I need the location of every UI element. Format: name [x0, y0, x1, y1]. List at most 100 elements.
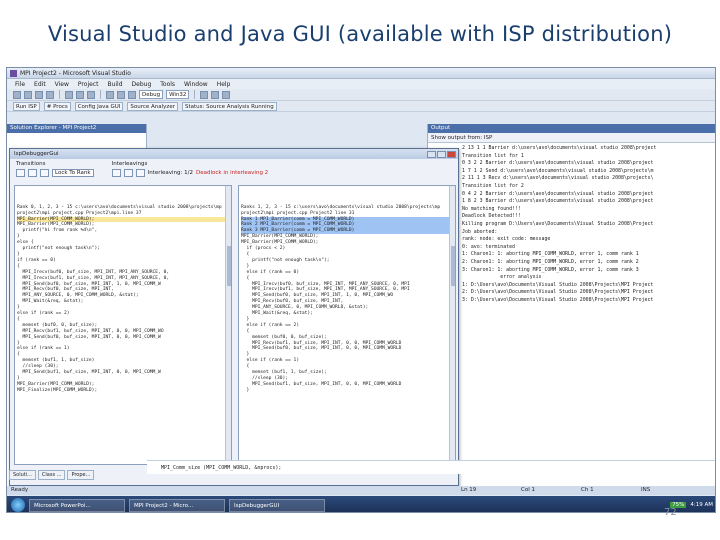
- windows-taskbar: Microsoft PowerPoi... MPI Project2 - Mic…: [7, 496, 715, 512]
- source-view-left[interactable]: Rank 0, 1, 2, 3 - 15 c:\users\avo\docume…: [14, 185, 232, 465]
- redo-icon[interactable]: [117, 90, 125, 99]
- scrollbar-thumb[interactable]: [451, 246, 455, 286]
- scrollbar[interactable]: [225, 186, 231, 464]
- config-java-gui-button[interactable]: Config Java GUI: [74, 101, 124, 111]
- next-transition-icon[interactable]: [40, 169, 49, 177]
- code-line: 1: D:\Users\avo\Documents\Visual Studio …: [462, 281, 654, 288]
- tab-properties[interactable]: Prope...: [67, 470, 95, 480]
- paste-icon[interactable]: [87, 90, 95, 99]
- undo-icon[interactable]: [106, 90, 114, 99]
- first-interleaving-icon[interactable]: [111, 169, 121, 177]
- code-line: Killing program D:\Users\avo\Documents\V…: [462, 220, 654, 227]
- debugger-title: IspDebuggerGui: [14, 151, 59, 157]
- debugger-controls: Transitions Lock To Rank Interleavings I…: [10, 159, 458, 181]
- code-line: Deadlock Detected!!!: [462, 213, 521, 220]
- status-bar: Ready Ln 19 Col 1 Ch 1 INS: [7, 486, 715, 495]
- menu-edit[interactable]: Edit: [34, 81, 46, 88]
- platform-select[interactable]: Win32: [166, 90, 190, 99]
- transitions-label: Transitions: [16, 161, 46, 167]
- deadlock-warning: Deadlock in interleaving 2: [195, 170, 269, 176]
- code-line: 3: Charon1: 1: aborting MPI_COMM_WORLD, …: [462, 266, 639, 273]
- menu-build[interactable]: Build: [107, 81, 122, 88]
- lock-to-rank-select[interactable]: Lock To Rank: [52, 169, 94, 177]
- explorer-tabs: Soluti... Class ... Prope...: [9, 470, 95, 480]
- menu-window[interactable]: Window: [184, 81, 208, 88]
- cut-icon[interactable]: [65, 90, 73, 99]
- scrollbar-thumb[interactable]: [227, 246, 231, 286]
- code-line: 0: avo: terminated: [462, 243, 515, 250]
- taskbar-item-isp-debugger[interactable]: IspDebuggerGUI: [229, 498, 325, 512]
- first-transition-icon[interactable]: [16, 169, 25, 177]
- code-line: 1 7 1 2 Send d:\users\avo\documents\visu…: [462, 167, 654, 174]
- code-line: 1: Charon1: 1: aborting MPI_COMM_WORLD, …: [462, 251, 639, 258]
- taskbar-item-visual-studio[interactable]: MPI Project2 - Micro...: [129, 498, 225, 512]
- solution-explorer-icon[interactable]: [211, 90, 220, 99]
- start-button-icon[interactable]: [11, 498, 25, 512]
- save-all-icon[interactable]: [46, 90, 54, 99]
- output-pane: Output Show output from: ISP 2 13 1 1 Ba…: [427, 124, 715, 494]
- save-icon[interactable]: [35, 90, 43, 99]
- scrollbar[interactable]: [449, 186, 455, 464]
- prev-interleaving-icon[interactable]: [123, 169, 133, 177]
- code-line: No matching found!!!: [462, 205, 521, 212]
- copy-icon[interactable]: [76, 90, 84, 99]
- menu-tools[interactable]: Tools: [160, 81, 175, 88]
- tab-solution-explorer[interactable]: Soluti...: [9, 470, 36, 480]
- code-line: 0 3 2 2 Barrier d:\users\avo\documents\v…: [462, 160, 654, 167]
- menu-view[interactable]: View: [55, 81, 69, 88]
- menu-help[interactable]: Help: [217, 81, 231, 88]
- interleavings-label: Interleavings: [111, 161, 148, 167]
- toolbar-separator: [59, 90, 60, 99]
- window-controls: [427, 149, 458, 159]
- output-header: Output: [428, 124, 715, 133]
- toolbar-separator: [100, 90, 101, 99]
- procs-select[interactable]: # Procs: [43, 101, 71, 111]
- code-editor-line[interactable]: MPI_Comm_size (MPI_COMM_WORLD, &nprocs);: [147, 460, 715, 474]
- menu-project[interactable]: Project: [78, 81, 99, 88]
- configuration-select[interactable]: Debug: [139, 90, 164, 99]
- source-view-right[interactable]: Ranks 1, 2, 3 - 15 c:\users\avo\document…: [238, 185, 456, 465]
- output-source-select[interactable]: Show output from: ISP: [428, 133, 715, 143]
- code-line: Ranks 1, 2, 3 - 15 c:\users\avo\document…: [241, 204, 441, 210]
- run-isp-button[interactable]: Run ISP: [13, 101, 40, 111]
- code-line: 0 4 2 2 Barrier d:\users\avo\documents\v…: [462, 190, 654, 197]
- prev-transition-icon[interactable]: [28, 169, 37, 177]
- status-char: Ch 1: [581, 487, 594, 493]
- menu-file[interactable]: File: [15, 81, 25, 88]
- source-analyzer-button[interactable]: Source Analyzer: [127, 101, 178, 111]
- taskbar-item-powerpoint[interactable]: Microsoft PowerPoi...: [29, 498, 125, 512]
- page-number: 72: [664, 507, 677, 518]
- solution-explorer-header: Solution Explorer - MPI Project2: [7, 124, 146, 133]
- tab-class-view[interactable]: Class ...: [37, 470, 66, 480]
- code-line: Rank 0, 1, 2, 3 - 15 c:\users\avo\docume…: [17, 204, 222, 210]
- transitions-nav: Lock To Rank: [16, 169, 94, 177]
- clock[interactable]: 4:19 AM: [690, 502, 713, 508]
- code-line: 2: D:\Users\avo\Documents\Visual Studio …: [462, 289, 654, 296]
- toolbar-separator: [194, 90, 196, 99]
- code-line: }: [241, 387, 250, 393]
- visual-studio-window: MPI Project2 - Microsoft Visual Studio F…: [6, 67, 716, 513]
- menu-debug[interactable]: Debug: [132, 81, 152, 88]
- start-debugging-icon[interactable]: [128, 90, 136, 99]
- status-insert-mode: INS: [641, 487, 651, 493]
- new-project-icon[interactable]: [13, 90, 21, 99]
- isp-debugger-window: IspDebuggerGui Transitions Lock To Rank …: [9, 148, 459, 486]
- next-interleaving-icon[interactable]: [135, 169, 145, 177]
- code-line: Transition list for 2: [462, 182, 524, 189]
- maximize-icon[interactable]: [437, 150, 446, 158]
- status-line: Ln 19: [461, 487, 477, 493]
- open-file-icon[interactable]: [24, 90, 32, 99]
- code-line: error analysis: [462, 274, 542, 281]
- debugger-titlebar: IspDebuggerGui: [10, 149, 458, 159]
- interleavings-nav: Interleaving: 1/2 Deadlock in interleavi…: [111, 169, 269, 177]
- code-line: MPI_Finalize(MPI_COMM_WORLD);: [17, 387, 98, 393]
- interleavings-group: Interleavings Interleaving: 1/2 Deadlock…: [111, 161, 269, 179]
- status-column: Col 1: [521, 487, 535, 493]
- close-icon[interactable]: [447, 150, 456, 158]
- properties-icon[interactable]: [222, 90, 231, 99]
- isp-toolbar: Run ISP # Procs Config Java GUI Source A…: [7, 101, 715, 112]
- code-line: 1 8 2 3 Barrier d:\users\avo\documents\v…: [462, 198, 654, 205]
- code-line: rank: node: exit code: message: [462, 236, 551, 243]
- minimize-icon[interactable]: [427, 150, 436, 158]
- find-icon[interactable]: [200, 90, 209, 99]
